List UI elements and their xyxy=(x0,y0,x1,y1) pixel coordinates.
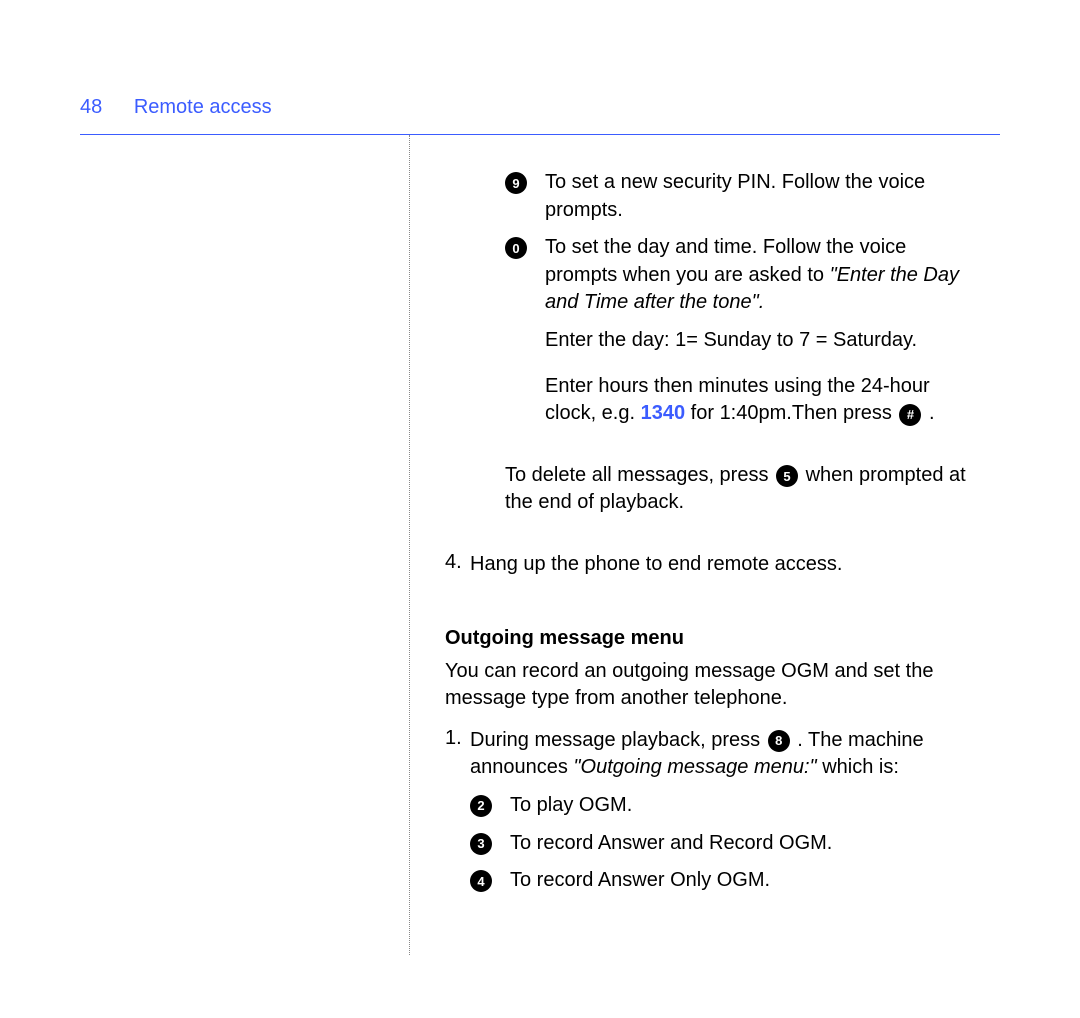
step-4-number: 4. xyxy=(445,551,470,579)
bullet-9: 9 To set a new security PIN. Follow the … xyxy=(505,169,970,224)
ogm-step-1-text: During message playback, press 8 . The m… xyxy=(470,727,970,782)
ogm-option-2: 2 To play OGM. xyxy=(470,792,970,820)
key-5-icon: 5 xyxy=(776,465,798,487)
enter-day-text: Enter the day: 1= Sunday to 7 = Saturday… xyxy=(545,327,970,355)
ogm-option-3: 3 To record Answer and Record OGM. xyxy=(470,830,970,858)
page-number: 48 xyxy=(80,96,102,118)
key-9-icon: 9 xyxy=(505,172,527,194)
key-2-icon: 2 xyxy=(470,795,492,817)
right-column: 9 To set a new security PIN. Follow the … xyxy=(410,135,1000,955)
content-columns: 9 To set a new security PIN. Follow the … xyxy=(80,135,1000,955)
delete-all-text: To delete all messages, press 5 when pro… xyxy=(505,462,970,517)
bullet-0-text: To set the day and time. Follow the voic… xyxy=(545,234,970,317)
step-4: 4. Hang up the phone to end remote acces… xyxy=(445,551,970,579)
section-title: Remote access xyxy=(134,96,272,118)
ogm-step1-italic: "Outgoing message menu:" xyxy=(573,756,816,778)
bullet-9-text: To set a new security PIN. Follow the vo… xyxy=(545,169,970,224)
outgoing-message-heading: Outgoing message menu xyxy=(445,627,970,650)
ogm-option-2-text: To play OGM. xyxy=(510,792,632,820)
ogm-step-1: 1. During message playback, press 8 . Th… xyxy=(445,727,970,782)
hash-key-icon: # xyxy=(899,404,921,426)
ogm-options: 2 To play OGM. 3 To record Answer and Re… xyxy=(470,792,970,895)
time-code: 1340 xyxy=(641,402,686,424)
left-column xyxy=(80,135,410,955)
key-0-icon: 0 xyxy=(505,237,527,259)
ogm-step-1-number: 1. xyxy=(445,727,470,782)
ogm-option-4-text: To record Answer Only OGM. xyxy=(510,867,770,895)
bullet-0: 0 To set the day and time. Follow the vo… xyxy=(505,234,970,317)
key-4-icon: 4 xyxy=(470,870,492,892)
ogm-step1-prefix: During message playback, press xyxy=(470,729,766,751)
ogm-step1-suffix: which is: xyxy=(817,756,899,778)
time-suffix: . xyxy=(923,402,934,424)
page-header: 48 Remote access xyxy=(80,96,1000,119)
ogm-option-3-text: To record Answer and Record OGM. xyxy=(510,830,832,858)
key-3-icon: 3 xyxy=(470,833,492,855)
delete-prefix: To delete all messages, press xyxy=(505,464,774,486)
enter-time-text: Enter hours then minutes using the 24-ho… xyxy=(545,373,970,428)
ogm-intro-text: You can record an outgoing message OGM a… xyxy=(445,658,970,713)
key-8-icon: 8 xyxy=(768,730,790,752)
time-mid: for 1:40pm.Then press xyxy=(685,402,897,424)
step-4-text: Hang up the phone to end remote access. xyxy=(470,551,970,579)
ogm-option-4: 4 To record Answer Only OGM. xyxy=(470,867,970,895)
